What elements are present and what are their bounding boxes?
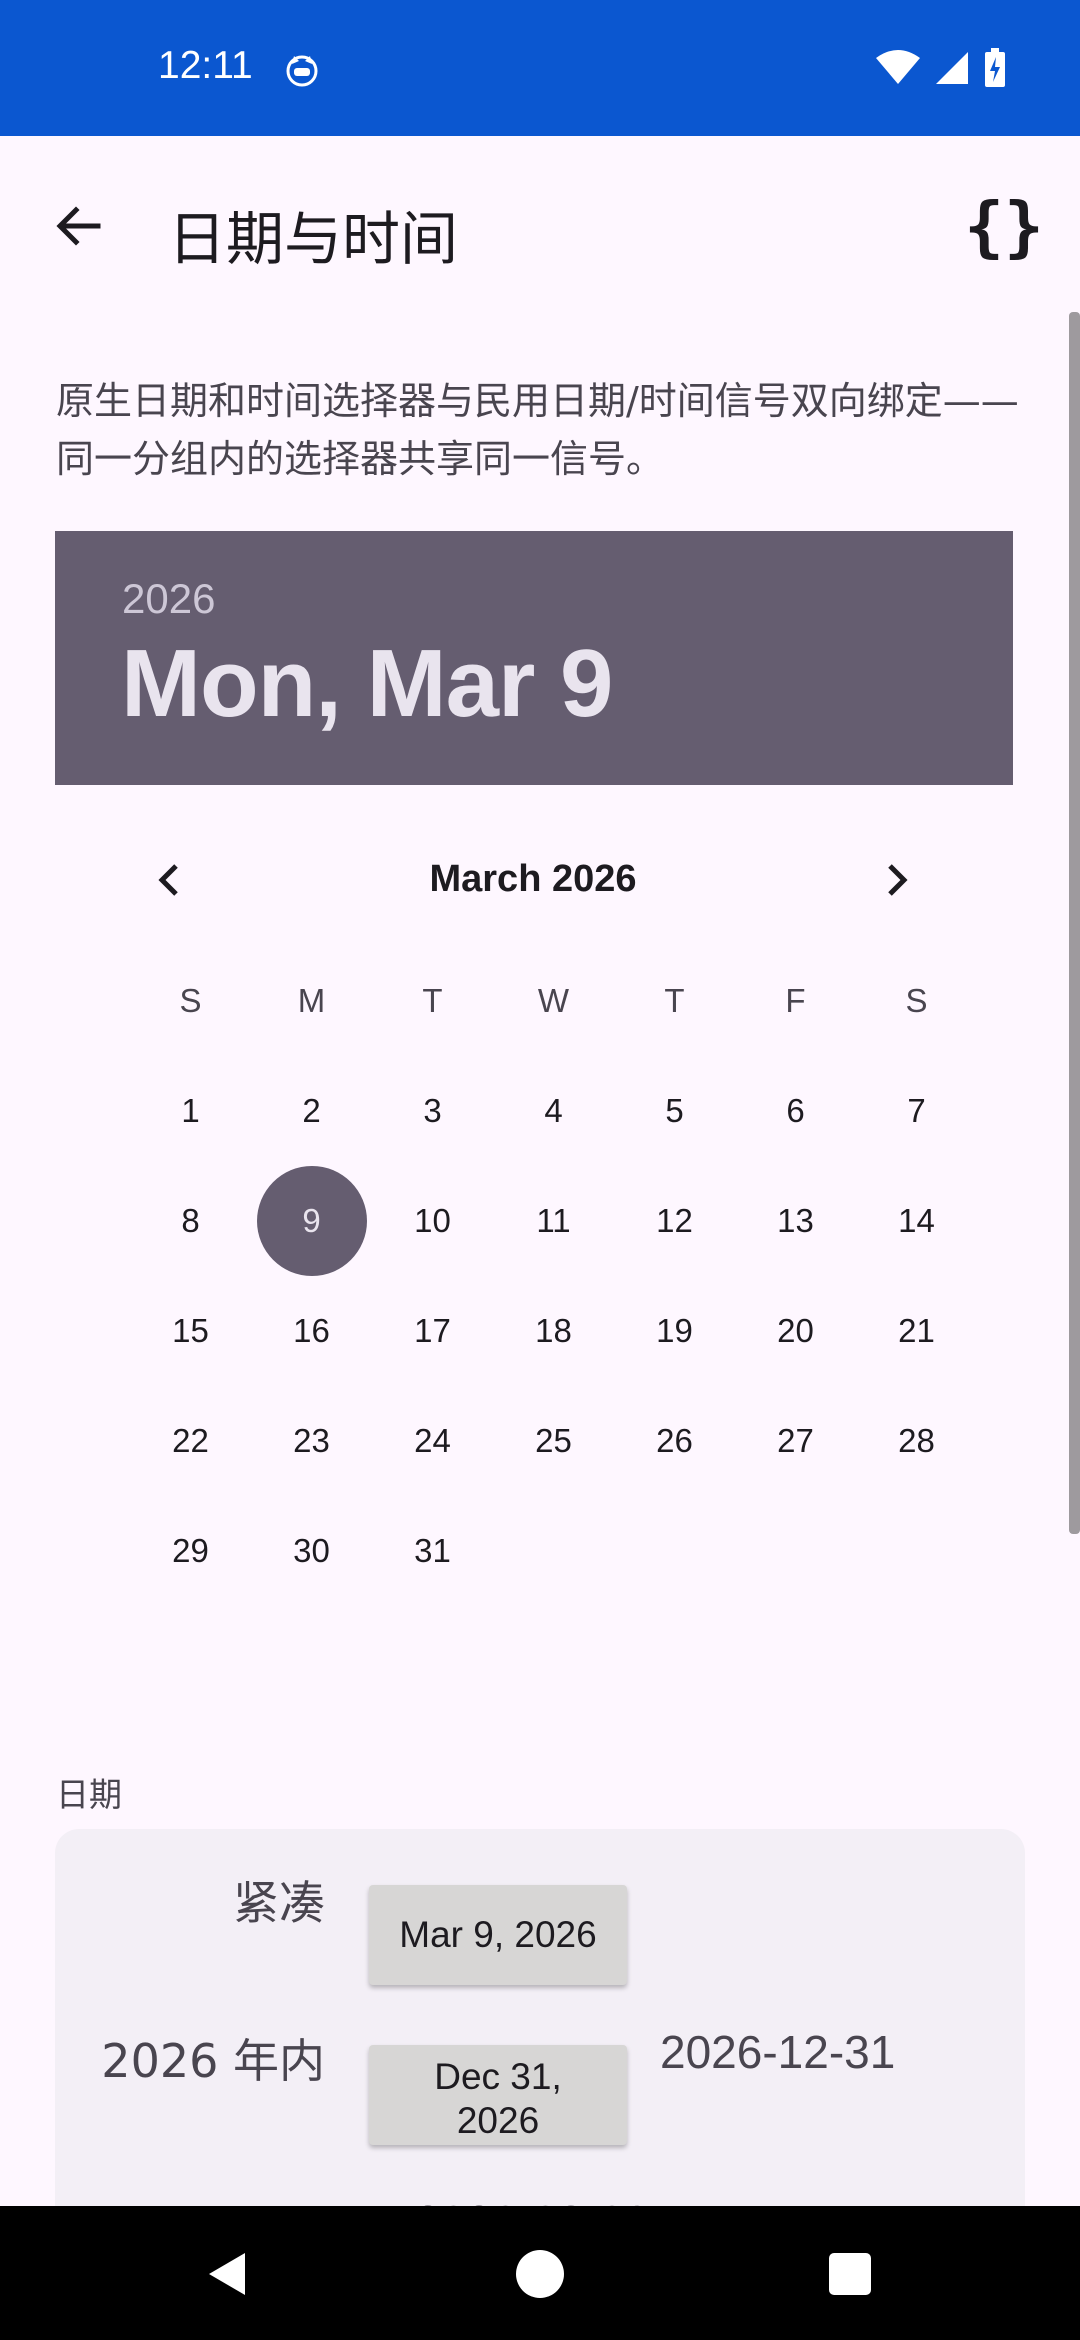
- battery-charging-icon: [984, 48, 1006, 92]
- page-title: 日期与时间: [168, 205, 459, 273]
- day-cell[interactable]: 28: [856, 1386, 977, 1496]
- compact-date-picker[interactable]: Mar 9, 2026: [369, 1885, 627, 1985]
- status-bar: 12:11: [0, 0, 1080, 136]
- weekday-label: T: [664, 982, 685, 1019]
- row-label-compact: 紧凑: [233, 1876, 325, 1930]
- arrow-left-icon: [56, 206, 101, 246]
- day-cell[interactable]: 14: [856, 1166, 977, 1276]
- month-label: March 2026: [429, 858, 637, 900]
- system-nav-bar: [0, 2206, 1080, 2340]
- day-cell[interactable]: 8: [130, 1166, 251, 1276]
- day-cell[interactable]: 10: [372, 1166, 493, 1276]
- day-cell[interactable]: 24: [372, 1386, 493, 1496]
- weekday-label: F: [785, 982, 806, 1019]
- day-cell[interactable]: 27: [735, 1386, 856, 1496]
- back-button[interactable]: [40, 188, 116, 264]
- week-row: 15 16 17 18 19 20 21: [130, 1276, 977, 1386]
- next-month-button[interactable]: [862, 846, 930, 914]
- nav-recents-button[interactable]: [810, 2234, 890, 2314]
- home-circle-icon: [516, 2250, 564, 2298]
- day-cell[interactable]: 15: [130, 1276, 251, 1386]
- day-cell[interactable]: 30: [251, 1496, 372, 1606]
- month-nav: March 2026: [130, 840, 960, 920]
- status-time: 12:11: [158, 44, 253, 87]
- wifi-icon: [876, 50, 920, 90]
- day-cell[interactable]: 22: [130, 1386, 251, 1496]
- week-row: 1 2 3 4 5 6 7: [130, 1056, 977, 1166]
- weekday-label: M: [297, 982, 326, 1019]
- day-cell[interactable]: 11: [493, 1166, 614, 1276]
- recents-square-icon: [829, 2253, 871, 2295]
- day-cell[interactable]: 25: [493, 1386, 614, 1496]
- scrollbar[interactable]: [1069, 312, 1080, 1534]
- description-text: 原生日期和时间选择器与民用日期/时间信号双向绑定——同一分组内的选择器共享同一信…: [56, 379, 1019, 481]
- weekday-label: W: [537, 982, 570, 1019]
- json-braces-button[interactable]: {}: [956, 188, 1052, 265]
- chip-line: Dec 31,: [434, 2056, 562, 2097]
- row-value-within-2026: 2026-12-31: [660, 2026, 896, 2078]
- nav-back-button[interactable]: [188, 2234, 268, 2314]
- day-cell[interactable]: 18: [493, 1276, 614, 1386]
- day-cell[interactable]: 20: [735, 1276, 856, 1386]
- day-cell[interactable]: 7: [856, 1056, 977, 1166]
- header-year[interactable]: 2026: [122, 575, 215, 623]
- week-row: 22 23 24 25 26 27 28: [130, 1386, 977, 1496]
- cat-notification-icon: [284, 52, 320, 88]
- date-picker-within-2026[interactable]: Dec 31, 2026: [369, 2045, 627, 2145]
- day-cell[interactable]: 17: [372, 1276, 493, 1386]
- date-picker-header: 2026 Mon, Mar 9: [55, 531, 1013, 785]
- day-cell-selected[interactable]: 9: [251, 1166, 372, 1276]
- weekday-label: T: [422, 982, 443, 1019]
- day-cell[interactable]: 16: [251, 1276, 372, 1386]
- section-label-date: 日期: [56, 1775, 122, 1814]
- day-cell[interactable]: 4: [493, 1056, 614, 1166]
- day-cell[interactable]: 26: [614, 1386, 735, 1496]
- day-cell[interactable]: 31: [372, 1496, 493, 1606]
- chevron-right-icon: [888, 864, 908, 896]
- day-cell[interactable]: 29: [130, 1496, 251, 1606]
- signal-icon: [934, 50, 970, 90]
- date-card: 紧凑 Mar 9, 2026 2026 年内 Dec 31, 2026 2026…: [55, 1829, 1025, 2249]
- back-triangle-icon: [209, 2253, 245, 2295]
- nav-home-button[interactable]: [500, 2234, 580, 2314]
- chip-line: 2026: [456, 2100, 540, 2141]
- weekday-label: S: [905, 982, 928, 1019]
- day-cell[interactable]: 2: [251, 1056, 372, 1166]
- week-row: 8 9 10 11 12 13 14: [130, 1166, 977, 1276]
- day-cell[interactable]: 1: [130, 1056, 251, 1166]
- day-cell[interactable]: 3: [372, 1056, 493, 1166]
- day-cell[interactable]: 5: [614, 1056, 735, 1166]
- weekday-row: S M T W T F S: [130, 982, 977, 1020]
- status-icons: [876, 48, 1006, 92]
- day-cell[interactable]: 23: [251, 1386, 372, 1496]
- row-label-within-2026: 2026 年内: [101, 2034, 325, 2088]
- day-cell[interactable]: 13: [735, 1166, 856, 1276]
- day-cell[interactable]: 12: [614, 1166, 735, 1276]
- day-cell[interactable]: 21: [856, 1276, 977, 1386]
- week-row: 29 30 31: [130, 1496, 977, 1606]
- app-bar: 日期与时间 {}: [0, 136, 1080, 314]
- header-date: Mon, Mar 9: [121, 630, 613, 737]
- day-cell[interactable]: 19: [614, 1276, 735, 1386]
- day-cell[interactable]: 6: [735, 1056, 856, 1166]
- weekday-label: S: [179, 982, 202, 1019]
